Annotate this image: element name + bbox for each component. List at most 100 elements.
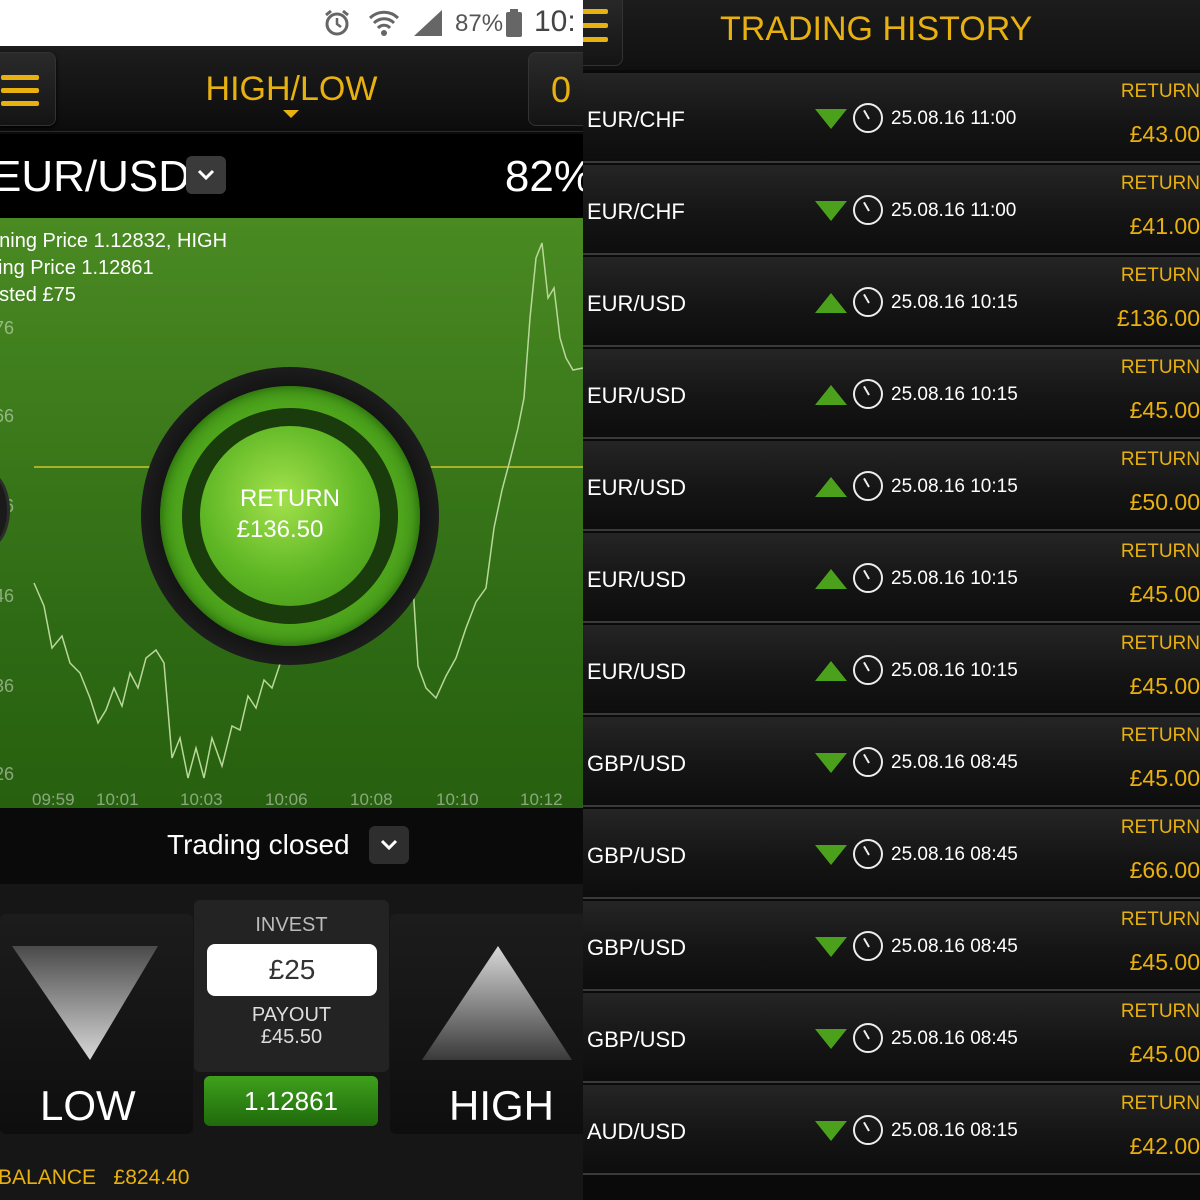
open-trades-count[interactable]: 0 <box>528 52 583 126</box>
currency-pair: EUR/CHF <box>587 107 685 132</box>
clock-icon <box>853 655 883 685</box>
down-arrow-icon <box>815 1029 847 1049</box>
return-amount: £45.00 <box>1129 581 1200 607</box>
closing-price-info: sing Price 1.12861 <box>0 257 154 279</box>
history-row[interactable]: EUR/USD 25.08.16 10:15 RETURN £136.00 <box>583 257 1200 347</box>
clock-icon <box>853 1115 883 1145</box>
invest-amount-input[interactable]: £25 <box>207 944 377 996</box>
trading-panel: 87% 10: HIGH/LOW 0 EUR/USD 82% ening Pri… <box>0 0 583 1200</box>
opening-price-info: ening Price 1.12832, HIGH <box>0 230 228 252</box>
payout-value: £45.50 <box>260 1026 323 1048</box>
return-amount: £42.00 <box>1129 1133 1200 1159</box>
return-label: RETURN <box>1120 541 1200 562</box>
history-row[interactable]: EUR/USD 25.08.16 10:15 RETURN £50.00 <box>583 441 1200 531</box>
hamburger-icon <box>583 9 608 14</box>
history-row[interactable]: GBP/USD 25.08.16 08:45 RETURN £45.00 <box>583 717 1200 807</box>
caret-down-icon[interactable] <box>283 110 299 118</box>
asset-name[interactable]: EUR/USD <box>0 152 190 202</box>
up-arrow-icon <box>815 661 847 681</box>
down-arrow-icon <box>815 753 847 773</box>
trade-datetime: 25.08.16 08:15 <box>891 1120 1018 1141</box>
return-label: RETURN <box>1120 725 1200 746</box>
x-tick: 09:59 <box>32 790 75 809</box>
history-row[interactable]: GBP/USD 25.08.16 08:45 RETURN £45.00 <box>583 901 1200 991</box>
currency-pair: EUR/USD <box>587 383 687 408</box>
history-row[interactable]: EUR/USD 25.08.16 10:15 RETURN £45.00 <box>583 625 1200 715</box>
currency-pair: AUD/USD <box>587 1119 687 1144</box>
return-label: RETURN <box>1120 357 1200 378</box>
return-amount: £43.00 <box>1129 121 1200 147</box>
clock-icon <box>853 471 883 501</box>
clock-icon <box>853 103 883 133</box>
up-arrow-icon <box>815 293 847 313</box>
return-label: RETURN <box>1120 173 1200 194</box>
asset-row: EUR/USD <box>0 134 583 218</box>
mode-selector[interactable]: HIGH/LOW <box>0 70 583 109</box>
clock-icon <box>853 287 883 317</box>
clock-icon <box>853 1023 883 1053</box>
return-amount: £136.00 <box>1116 305 1200 331</box>
invested-info: ested £75 <box>0 284 76 306</box>
current-price: 1.12861 <box>204 1076 378 1126</box>
up-arrow-icon <box>815 569 847 589</box>
return-amount: £41.00 <box>1129 213 1200 239</box>
return-label: RETURN <box>1120 265 1200 286</box>
return-amount: £45.00 <box>1129 397 1200 423</box>
alarm-icon <box>322 8 352 38</box>
history-row[interactable]: GBP/USD 25.08.16 08:45 RETURN £45.00 <box>583 993 1200 1083</box>
x-tick: 10:10 <box>436 790 479 809</box>
trade-datetime: 25.08.16 11:00 <box>891 200 1017 221</box>
down-triangle-icon <box>12 946 158 1060</box>
history-row[interactable]: GBP/USD 25.08.16 08:45 RETURN £66.00 <box>583 809 1200 899</box>
low-label[interactable]: LOW <box>40 1082 136 1130</box>
history-row[interactable]: AUD/USD 25.08.16 08:15 RETURN £42.00 <box>583 1085 1200 1175</box>
down-arrow-icon <box>815 109 847 129</box>
y-tick: 26 <box>0 764 15 784</box>
chevron-down-icon <box>380 839 398 851</box>
history-row[interactable]: EUR/USD 25.08.16 10:15 RETURN £45.00 <box>583 533 1200 623</box>
top-bar: HIGH/LOW 0 <box>0 46 583 132</box>
currency-pair: GBP/USD <box>587 751 687 776</box>
payout-percentage: 82% <box>504 152 583 201</box>
trade-datetime: 25.08.16 10:15 <box>891 476 1018 497</box>
payout-label: PAYOUT <box>251 1004 332 1026</box>
return-label: RETURN <box>1120 909 1200 930</box>
trade-datetime: 25.08.16 08:45 <box>891 1028 1018 1049</box>
currency-pair: GBP/USD <box>587 843 687 868</box>
currency-pair: EUR/CHF <box>587 199 685 224</box>
high-label[interactable]: HIGH <box>449 1082 554 1130</box>
return-label: RETURN <box>1120 81 1200 102</box>
return-amount: £50.00 <box>1129 489 1200 515</box>
return-label: RETURN <box>1120 633 1200 654</box>
asset-dropdown-button[interactable] <box>186 156 226 194</box>
return-amount: £45.00 <box>1129 765 1200 791</box>
history-row[interactable]: EUR/CHF 25.08.16 11:00 RETURN £41.00 <box>583 165 1200 255</box>
x-tick: 10:06 <box>265 790 308 809</box>
currency-pair: EUR/USD <box>587 291 687 316</box>
x-tick: 10:01 <box>96 790 139 809</box>
screenshot-root: 87% 10: HIGH/LOW 0 EUR/USD 82% ening Pri… <box>0 0 1200 1200</box>
menu-button[interactable] <box>583 0 623 66</box>
chevron-down-icon <box>197 169 215 181</box>
trade-datetime: 25.08.16 10:15 <box>891 568 1018 589</box>
trading-status-dropdown[interactable] <box>369 826 409 864</box>
currency-pair: EUR/USD <box>587 567 687 592</box>
clock-icon <box>853 379 883 409</box>
trade-datetime: 25.08.16 10:15 <box>891 660 1018 681</box>
y-tick: 66 <box>0 406 15 426</box>
return-amount: £45.00 <box>1129 1041 1200 1067</box>
clock-icon <box>853 563 883 593</box>
return-label: RETURN <box>1120 817 1200 838</box>
history-row[interactable]: EUR/USD 25.08.16 10:15 RETURN £45.00 <box>583 349 1200 439</box>
down-arrow-icon <box>815 1121 847 1141</box>
balance: BALANCE £824.40 <box>0 1166 190 1189</box>
trade-datetime: 25.08.16 08:45 <box>891 752 1018 773</box>
clock-icon <box>853 931 883 961</box>
battery-percent: 87% <box>455 10 504 37</box>
history-header: TRADING HISTORY <box>583 0 1200 70</box>
return-amount: £45.00 <box>1129 673 1200 699</box>
history-row[interactable]: EUR/CHF 25.08.16 11:00 RETURN £43.00 <box>583 73 1200 163</box>
down-arrow-icon <box>815 845 847 865</box>
return-label: RETURN <box>1120 1093 1200 1114</box>
down-arrow-icon <box>815 937 847 957</box>
